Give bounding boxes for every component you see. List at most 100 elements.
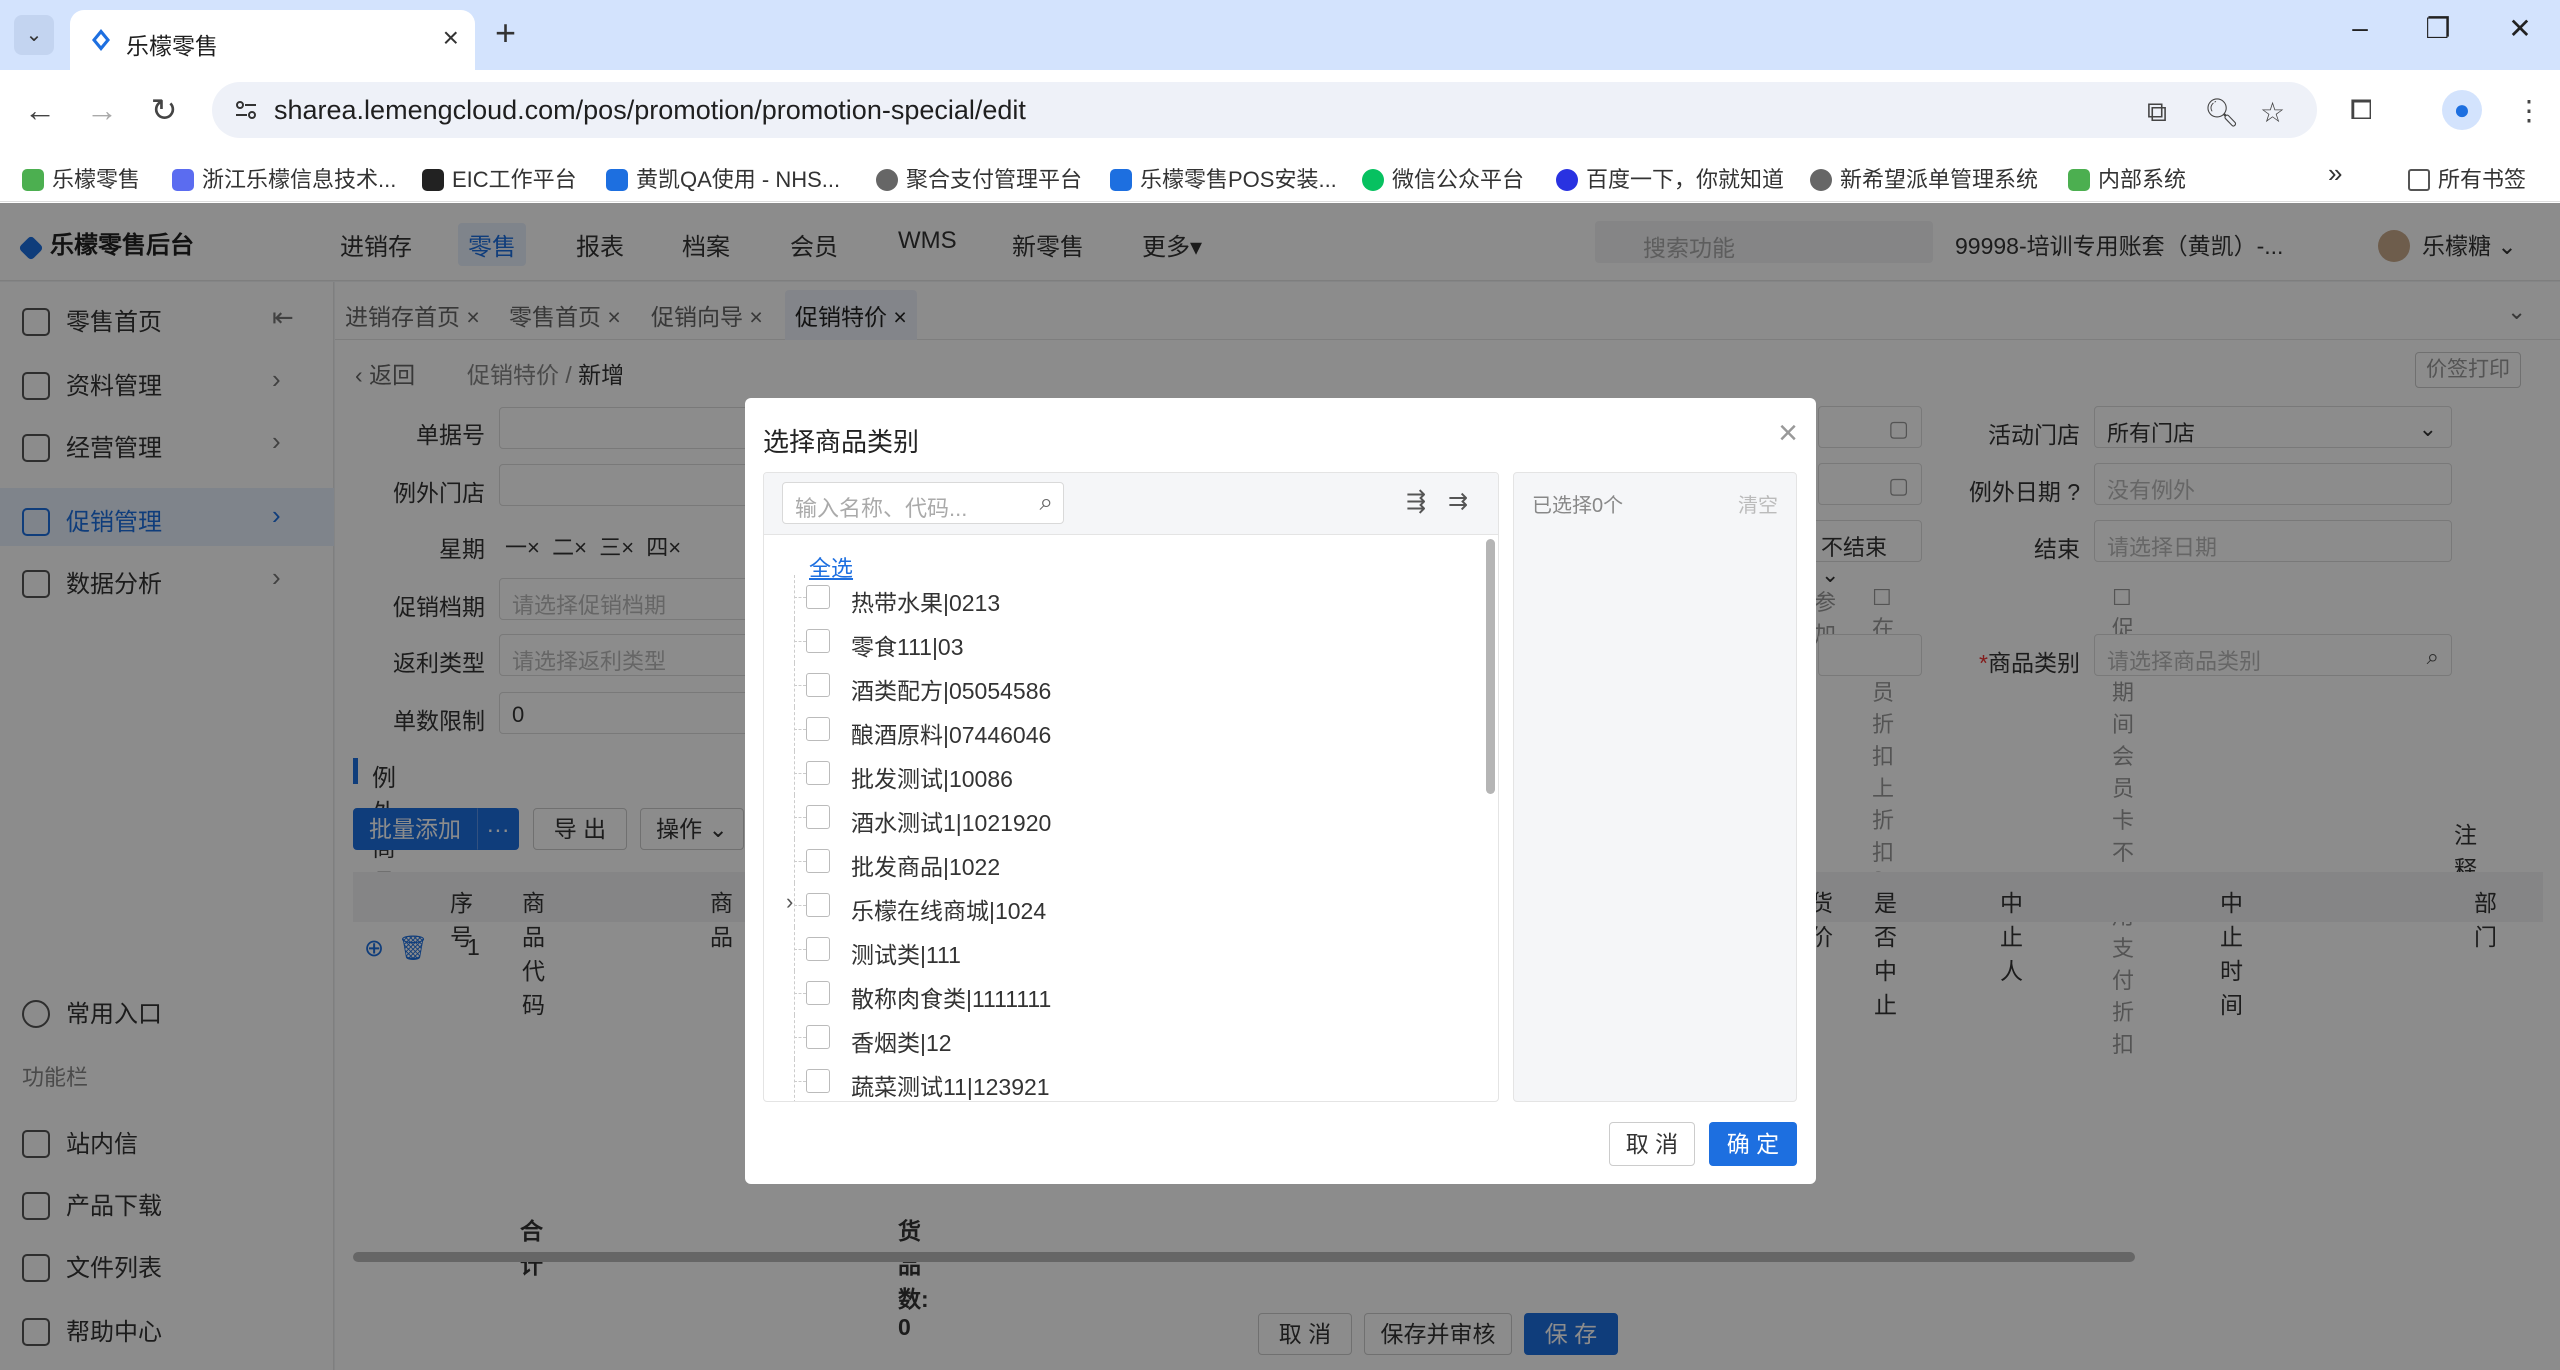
category-label: 乐檬在线商城|1024: [851, 898, 1047, 924]
category-checkbox[interactable]: [806, 1069, 830, 1093]
category-tree-row[interactable]: 批发商品|1022: [764, 839, 1464, 883]
category-tree-row[interactable]: 散称肉食类|1111111: [764, 971, 1464, 1015]
category-checkbox[interactable]: [806, 805, 830, 829]
tree-guide-line: [794, 1081, 806, 1082]
bookmark-item[interactable]: EIC工作平台: [422, 162, 577, 194]
bookmark-star-icon[interactable]: ☆: [2260, 96, 2285, 129]
dialog-title: 选择商品类别: [763, 427, 920, 457]
menu-kebab-icon[interactable]: ⋮: [2515, 94, 2543, 127]
category-label: 零食111|03: [851, 634, 964, 660]
site-info-icon[interactable]: [232, 96, 260, 124]
dialog-close-icon[interactable]: ×: [1778, 414, 1798, 453]
tree-guide-line: [794, 685, 806, 686]
category-tree-row[interactable]: 批发测试|10086: [764, 751, 1464, 795]
selected-panel: 已选择0个 清空: [1513, 472, 1797, 1102]
clear-selection-link[interactable]: 清空: [1738, 489, 1778, 518]
selected-count: 已选择0个: [1532, 495, 1624, 517]
tab-title: 乐檬零售: [126, 33, 218, 59]
tree-guide-line: [794, 773, 806, 774]
tree-guide-line: [794, 993, 806, 994]
tree-panel-header: 输入名称、代码... ⌕ ⇶ ⇉: [764, 473, 1498, 535]
category-tree-row[interactable]: 测试类|111: [764, 927, 1464, 971]
category-tree-panel: 输入名称、代码... ⌕ ⇶ ⇉ 全选 热带水果|0213 零食111|03 酒类配方…: [763, 472, 1499, 1102]
category-checkbox[interactable]: [806, 585, 830, 609]
category-label: 批发商品|1022: [851, 854, 1001, 880]
bookmark-item[interactable]: 新希望派单管理系统: [1810, 162, 2038, 194]
category-label: 酒水测试1|1021920: [851, 810, 1052, 836]
tree-guide-line: [794, 949, 806, 950]
more-bookmarks-icon[interactable]: »: [2328, 158, 2342, 189]
back-icon[interactable]: ←: [20, 90, 60, 130]
close-window-button[interactable]: ✕: [2490, 12, 2550, 45]
bookmark-item[interactable]: 乐檬零售POS安装...: [1110, 162, 1337, 194]
tree-guide-line: [794, 817, 806, 818]
category-tree: 全选 热带水果|0213 零食111|03 酒类配方|05054586 酿酒原料|07…: [764, 535, 1498, 1101]
category-tree-row[interactable]: 酒水测试1|1021920: [764, 795, 1464, 839]
collapse-all-icon[interactable]: ⇉: [1448, 487, 1468, 516]
search-icon[interactable]: ⌕: [1040, 489, 1053, 517]
category-tree-row[interactable]: 蔬菜测试11|123921: [764, 1059, 1464, 1101]
tree-scrollbar[interactable]: [1486, 539, 1495, 794]
zoom-icon[interactable]: 🔍︎: [2204, 96, 2240, 129]
address-bar[interactable]: sharea.lemengcloud.com/pos/promotion/pro…: [212, 82, 2317, 138]
tree-guide-line: [794, 905, 806, 906]
category-label: 散称肉食类|1111111: [851, 986, 1052, 1012]
bookmark-item[interactable]: 浙江乐檬信息技术...: [172, 162, 396, 194]
tree-guide-line: [794, 1037, 806, 1038]
category-label: 酒类配方|05054586: [851, 678, 1052, 704]
expand-node-icon[interactable]: ›: [786, 889, 794, 915]
category-checkbox[interactable]: [806, 761, 830, 785]
dialog-confirm-button[interactable]: 确 定: [1709, 1122, 1797, 1166]
bookmark-item[interactable]: 百度一下，你就知道: [1556, 162, 1784, 194]
profile-icon[interactable]: ●: [2442, 90, 2482, 130]
category-tree-row[interactable]: 酒类配方|05054586: [764, 663, 1464, 707]
tree-guide-line: [794, 861, 806, 862]
tree-guide-line: [794, 597, 806, 598]
translate-icon[interactable]: ⧉: [2147, 96, 2167, 129]
category-checkbox[interactable]: [806, 629, 830, 653]
category-tree-row[interactable]: 香烟类|12: [764, 1015, 1464, 1059]
browser-toolbar: ← → ↻ sharea.lemengcloud.com/pos/promoti…: [0, 70, 2560, 150]
bookmark-item[interactable]: 微信公众平台: [1362, 162, 1524, 194]
new-tab-button[interactable]: +: [495, 12, 516, 54]
lemeng-favicon-icon: [92, 29, 110, 51]
bookmark-item[interactable]: 内部系统: [2068, 162, 2186, 194]
category-checkbox[interactable]: [806, 981, 830, 1005]
tree-guide-line: [794, 729, 806, 730]
url-text: sharea.lemengcloud.com/pos/promotion/pro…: [274, 95, 1026, 125]
tab-close-icon[interactable]: ×: [443, 22, 459, 54]
bookmark-item[interactable]: 黄凯QA使用 - NHS...: [606, 162, 840, 194]
all-bookmarks[interactable]: 所有书签: [2408, 162, 2526, 194]
expand-all-icon[interactable]: ⇶: [1406, 487, 1426, 516]
category-checkbox[interactable]: [806, 849, 830, 873]
category-tree-row[interactable]: 热带水果|0213: [764, 575, 1464, 619]
forward-icon[interactable]: →: [82, 90, 122, 130]
category-checkbox[interactable]: [806, 937, 830, 961]
bookmark-item[interactable]: 聚合支付管理平台: [876, 162, 1082, 194]
tab-list-button[interactable]: ⌄: [14, 15, 54, 55]
category-label: 批发测试|10086: [851, 766, 1013, 792]
category-checkbox[interactable]: [806, 1025, 830, 1049]
reload-icon[interactable]: ↻: [144, 90, 184, 130]
category-label: 蔬菜测试11|123921: [851, 1074, 1050, 1100]
tree-guide-line: [794, 641, 806, 642]
browser-tab[interactable]: 乐檬零售 ×: [70, 10, 475, 70]
category-tree-row[interactable]: 酿酒原料|07446046: [764, 707, 1464, 751]
category-checkbox[interactable]: [806, 673, 830, 697]
dialog-cancel-button[interactable]: 取 消: [1609, 1122, 1695, 1166]
category-checkbox[interactable]: [806, 717, 830, 741]
category-checkbox[interactable]: [806, 893, 830, 917]
category-search-input[interactable]: 输入名称、代码... ⌕: [782, 482, 1064, 524]
category-label: 热带水果|0213: [851, 590, 1001, 616]
browser-tabstrip: ⌄ 乐檬零售 × + – ❐ ✕: [0, 0, 2560, 70]
category-label: 酿酒原料|07446046: [851, 722, 1052, 748]
category-tree-row[interactable]: 零食111|03: [764, 619, 1464, 663]
extensions-icon[interactable]: ⧠: [2350, 94, 2372, 127]
bookmark-item[interactable]: 乐檬零售: [22, 162, 140, 194]
restore-button[interactable]: ❐: [2408, 12, 2468, 45]
category-label: 测试类|111: [851, 942, 961, 968]
bookmarks-bar: 乐檬零售 浙江乐檬信息技术... EIC工作平台 黄凯QA使用 - NHS...…: [0, 150, 2560, 202]
category-select-dialog: 选择商品类别 × 输入名称、代码... ⌕ ⇶ ⇉ 全选 热带水果|0213 零食1…: [745, 398, 1816, 1184]
category-tree-row[interactable]: › 乐檬在线商城|1024: [764, 883, 1464, 927]
minimize-button[interactable]: –: [2330, 12, 2390, 44]
